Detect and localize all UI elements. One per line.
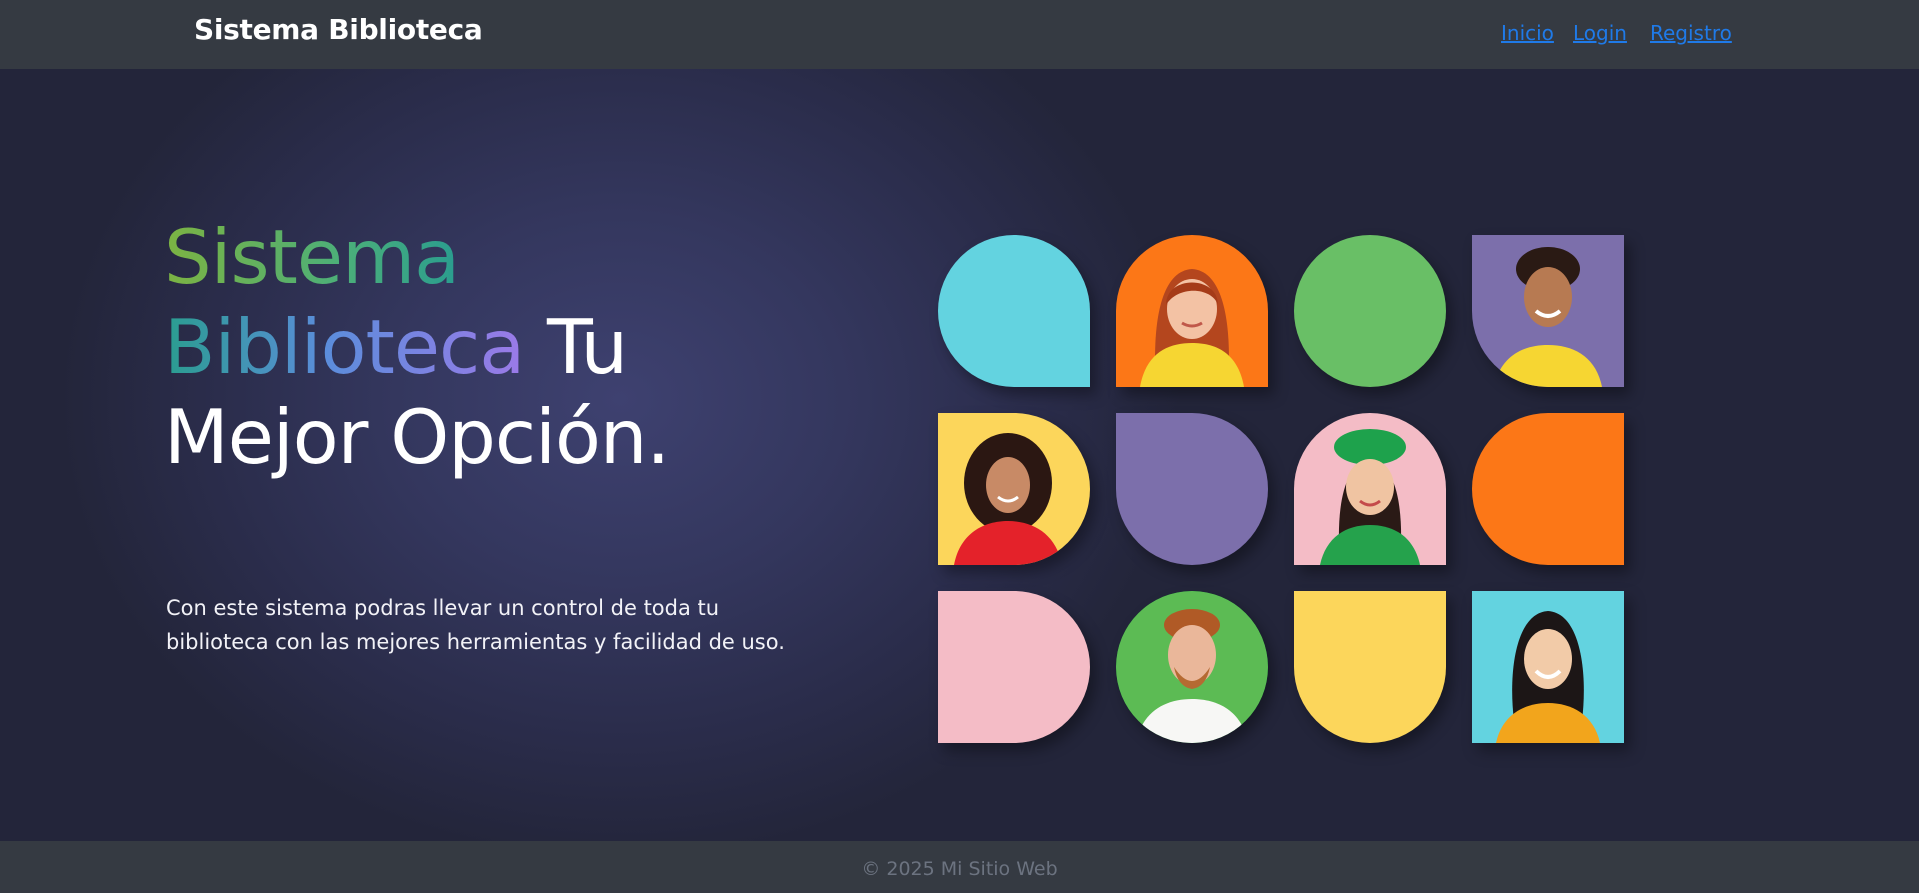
portrait-redhead-woman-icon <box>1140 269 1244 387</box>
brand-title[interactable]: Sistema Biblioteca <box>194 13 483 46</box>
nav-link-registro[interactable]: Registro <box>1650 21 1732 45</box>
portrait-bearded-man-icon <box>1116 591 1268 743</box>
hero-headline: Sistema Biblioteca Tu Mejor Opción. <box>164 212 670 482</box>
headline-word-biblioteca: Biblioteca <box>164 303 525 391</box>
tile-photo-woman-beret <box>1294 413 1446 565</box>
hero-subtitle: Con este sistema podras llevar un contro… <box>166 596 785 654</box>
nav-link-login[interactable]: Login <box>1573 21 1627 45</box>
tile-photo-curly-woman <box>938 413 1090 565</box>
portrait-smiling-woman-icon <box>1496 611 1600 743</box>
navbar: Sistema Biblioteca Inicio Login Registro <box>0 0 1919 69</box>
tile-photo-young-man <box>1472 235 1624 387</box>
portrait-woman-beret-icon <box>1320 429 1420 565</box>
footer-copyright: © 2025 Mi Sitio Web <box>861 858 1058 880</box>
tile-green-circle <box>1294 235 1446 387</box>
tile-photo-bearded-man <box>1116 591 1268 743</box>
tile-purple-shape <box>1116 413 1268 565</box>
nav-link-inicio[interactable]: Inicio <box>1501 21 1554 45</box>
footer: © 2025 Mi Sitio Web <box>0 841 1919 893</box>
tile-photo-smiling-woman <box>1472 591 1624 743</box>
portrait-young-man-icon <box>1494 247 1602 387</box>
portrait-curly-woman-icon <box>954 433 1062 565</box>
tile-orange-shape <box>1472 413 1624 565</box>
tile-cyan-shape <box>938 235 1090 387</box>
tile-photo-redhead-woman <box>1116 235 1268 387</box>
tile-pink-shape <box>938 591 1090 743</box>
headline-word-tu: Tu <box>524 303 628 391</box>
headline-line-mejor-opcion: Mejor Opción. <box>164 393 670 481</box>
tile-yellow-shape <box>1294 591 1446 743</box>
headline-word-sistema: Sistema <box>164 213 460 301</box>
